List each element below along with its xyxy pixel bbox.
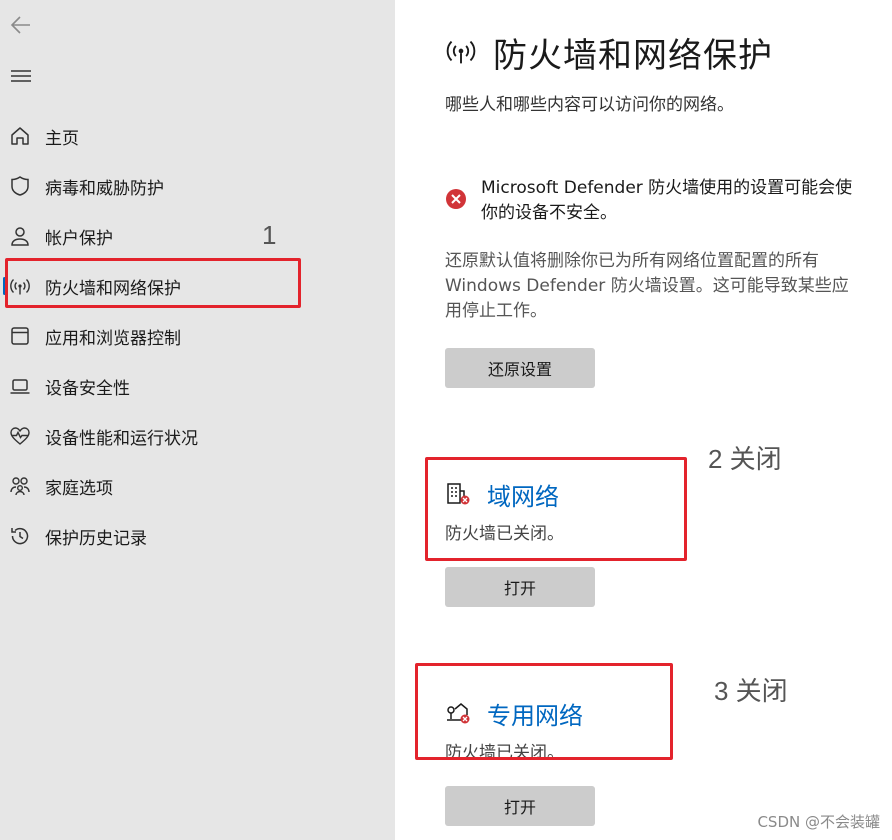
wifi-antenna-icon [8,274,32,298]
page-subtitle: 哪些人和哪些内容可以访问你的网络。 [445,95,734,115]
annotation-number-1: 1 [262,220,277,250]
domain-network-status: 防火墙已关闭。 [445,524,564,544]
sidebar-item-protection-history[interactable]: 保护历史记录 [0,511,395,561]
back-arrow-icon[interactable] [8,12,34,38]
sidebar-item-account-protection[interactable]: 帐户保护 [0,211,395,261]
sidebar-item-label: 主页 [45,128,79,149]
home-icon [8,124,32,148]
annotation-domain-off: 2 关闭 [708,444,782,474]
warning-text: Microsoft Defender 防火墙使用的设置可能会使你的设备不安全。 [481,178,853,223]
sidebar-item-label: 防火墙和网络保护 [45,278,181,299]
error-circle-icon [445,188,467,210]
warning-message: Microsoft Defender 防火墙使用的设置可能会使你的设备不安全。 [445,176,865,226]
family-icon [8,474,32,498]
sidebar-item-firewall[interactable]: 防火墙和网络保护 [0,261,395,311]
private-network-turn-on-button[interactable]: 打开 [445,786,595,826]
private-network-header: 专用网络 [445,696,583,731]
domain-network-header: 域网络 [445,477,559,512]
sidebar: 主页 病毒和威胁防护 帐户保护 防火墙和网络保护 应用和浏览器控制 设备安全性 … [0,0,395,840]
annotation-private-off: 3 关闭 [714,676,788,706]
sidebar-item-label: 保护历史记录 [45,528,147,549]
sidebar-item-label: 家庭选项 [45,478,113,499]
sidebar-item-label: 帐户保护 [45,228,113,249]
domain-network-icon [445,480,471,510]
sidebar-nav: 主页 病毒和威胁防护 帐户保护 防火墙和网络保护 应用和浏览器控制 设备安全性 … [0,111,395,561]
private-network-icon [445,699,471,729]
restore-description: 还原默认值将删除你已为所有网络位置配置的所有 Windows Defender … [445,251,849,321]
sidebar-item-label: 应用和浏览器控制 [45,328,181,349]
history-icon [8,524,32,548]
watermark: CSDN @不会装罐 [757,813,880,831]
sidebar-item-family-options[interactable]: 家庭选项 [0,461,395,511]
sidebar-item-virus-protection[interactable]: 病毒和威胁防护 [0,161,395,211]
domain-network-turn-on-button[interactable]: 打开 [445,567,595,607]
private-network-link[interactable]: 专用网络 [487,696,583,731]
person-icon [8,224,32,248]
sidebar-item-device-performance[interactable]: 设备性能和运行状况 [0,411,395,461]
sidebar-item-app-browser-control[interactable]: 应用和浏览器控制 [0,311,395,361]
page-title: 防火墙和网络保护 [493,36,773,76]
sidebar-item-home[interactable]: 主页 [0,111,395,161]
laptop-icon [8,374,32,398]
main-content: 防火墙和网络保护 哪些人和哪些内容可以访问你的网络。 Microsoft Def… [395,0,892,840]
sidebar-item-label: 病毒和威胁防护 [45,178,164,199]
sidebar-item-label: 设备安全性 [45,378,130,399]
hamburger-menu-icon[interactable] [9,66,33,86]
restore-settings-button[interactable]: 还原设置 [445,348,595,388]
domain-network-link[interactable]: 域网络 [487,477,559,512]
app-window-icon [8,324,32,348]
wifi-antenna-icon [445,35,477,71]
private-network-status: 防火墙已关闭。 [445,743,564,763]
page-header: 防火墙和网络保护 [445,28,773,77]
sidebar-item-device-security[interactable]: 设备安全性 [0,361,395,411]
heart-pulse-icon [8,424,32,448]
sidebar-item-label: 设备性能和运行状况 [45,428,198,449]
shield-icon [8,174,32,198]
